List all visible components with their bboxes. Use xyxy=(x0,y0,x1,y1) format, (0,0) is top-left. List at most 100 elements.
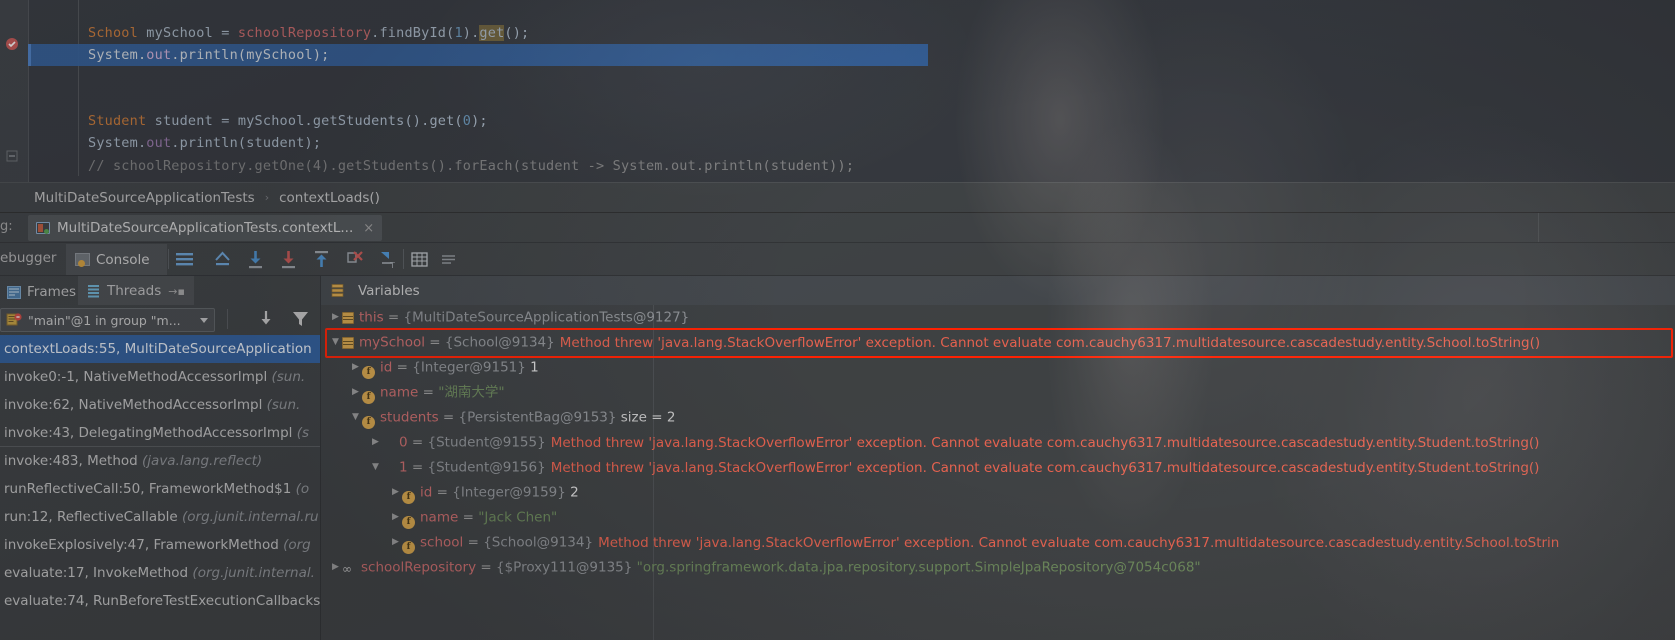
variable-equals: = xyxy=(463,534,484,551)
frame-row[interactable]: invoke0:-1, NativeMethodAccessorImpl (su… xyxy=(0,363,320,391)
indent-guide xyxy=(78,0,79,176)
code-line-1[interactable]: School mySchool = schoolRepository.findB… xyxy=(88,22,529,44)
frame-label: evaluate:17, InvokeMethod xyxy=(4,565,193,581)
variable-row[interactable]: ▼ f students = {PersistentBag@9153} size =… xyxy=(321,405,1675,430)
variable-value: size = 2 xyxy=(616,409,676,426)
scroll-down-button[interactable] xyxy=(245,249,266,270)
grid-view-button[interactable] xyxy=(409,249,430,270)
variable-reference: {School@9134} xyxy=(444,334,555,351)
code-line-2[interactable]: System.out.println(mySchool); xyxy=(88,44,330,66)
frame-row[interactable]: invoke:483, Method (java.lang.reflect) xyxy=(0,447,320,475)
clear-all-button[interactable] xyxy=(344,249,365,270)
chevron-down-icon[interactable]: ▼ xyxy=(329,330,342,355)
debugger-tab[interactable]: ebugger xyxy=(0,250,56,266)
field-icon: f xyxy=(402,540,415,554)
frames-icon xyxy=(7,285,21,299)
variable-row[interactable]: ▶ f id = {Integer@9151} 1 xyxy=(321,355,1675,380)
soft-wrap-button[interactable] xyxy=(174,249,195,270)
variable-name: 1 xyxy=(399,459,408,476)
thread-selector-dropdown[interactable]: "main"@1 in group "m... xyxy=(0,308,215,332)
variable-equals: = xyxy=(407,434,428,451)
chevron-down-icon[interactable] xyxy=(200,317,208,323)
variable-value: "org.springframework.data.jpa.repository… xyxy=(632,559,1201,576)
variable-row[interactable]: ▼ mySchool = {School@9134} Method threw 'j… xyxy=(321,330,1675,355)
filter-icon[interactable] xyxy=(292,309,309,329)
chevron-right-icon[interactable]: ▶ xyxy=(349,380,362,405)
frames-divider xyxy=(0,446,320,447)
variable-name: students xyxy=(380,409,439,426)
frame-package: (sun. xyxy=(271,369,306,385)
fold-region-icon[interactable] xyxy=(4,148,20,164)
run-configuration-tab[interactable]: MultiDateSourceApplicationTests.contextL… xyxy=(28,215,383,241)
chevron-down-icon[interactable]: ▼ xyxy=(369,455,382,480)
threads-icon xyxy=(87,284,101,298)
frame-row[interactable]: runReflectiveCall:50, FrameworkMethod$1 … xyxy=(0,475,320,503)
chevron-down-icon[interactable]: ▼ xyxy=(349,405,362,430)
breakpoint-icon[interactable] xyxy=(4,36,20,52)
run-tool-window-label: g: xyxy=(0,219,13,234)
variable-row[interactable]: ▶ f name = "湖南大学" xyxy=(321,380,1675,405)
chevron-right-icon[interactable]: ▶ xyxy=(329,555,342,580)
scroll-up-button[interactable] xyxy=(311,249,332,270)
variable-row[interactable]: ▶ f school = {School@9134} Method threw 'ja… xyxy=(321,530,1675,555)
breadcrumb-method[interactable]: contextLoads() xyxy=(279,190,380,206)
chevron-right-icon[interactable]: ▶ xyxy=(389,530,402,555)
code-line-3[interactable]: Student student = mySchool.getStudents()… xyxy=(88,110,488,132)
code-line-4[interactable]: System.out.println(student); xyxy=(88,132,321,154)
frame-label: invokeExplosively:47, FrameworkMethod xyxy=(4,537,284,553)
pin-threads-icon[interactable]: →▪ xyxy=(168,285,185,298)
variable-row[interactable]: ▼ 1 = {Student@9156} Method threw 'java.la… xyxy=(321,455,1675,480)
breadcrumb-class[interactable]: MultiDateSourceApplicationTests xyxy=(34,190,255,206)
frame-package: (o xyxy=(295,481,310,497)
svg-text:T: T xyxy=(389,261,395,270)
variable-reference: {PersistentBag@9153} xyxy=(458,409,617,426)
frame-row[interactable]: invokeExplosively:47, FrameworkMethod (o… xyxy=(0,531,320,559)
variable-name: name xyxy=(380,384,419,401)
close-icon[interactable]: × xyxy=(363,221,374,236)
chevron-right-icon[interactable]: ▶ xyxy=(389,505,402,530)
code-line-5[interactable]: // schoolRepository.getOne(4).getStudent… xyxy=(88,155,854,177)
frame-row[interactable]: contextLoads:55, MultiDateSourceApplicat… xyxy=(0,335,320,363)
variable-reference: {MultiDateSourceApplicationTests@9127} xyxy=(403,309,690,326)
frame-label: invoke:483, Method xyxy=(4,453,143,469)
breadcrumb-separator-icon: › xyxy=(264,191,270,204)
tab-threads[interactable]: Threads →▪ xyxy=(78,276,194,306)
variable-name: id xyxy=(380,359,393,376)
scroll-to-top-button[interactable] xyxy=(212,249,233,270)
breadcrumb[interactable]: MultiDateSourceApplicationTests › contex… xyxy=(0,182,1675,212)
chevron-right-icon[interactable]: ▶ xyxy=(369,430,382,455)
step-down-button[interactable] xyxy=(258,309,274,329)
frame-row[interactable]: evaluate:17, InvokeMethod (org.junit.int… xyxy=(0,559,320,587)
chevron-right-icon[interactable]: ▶ xyxy=(349,355,362,380)
run-bar-right-region xyxy=(1538,213,1675,243)
variable-row[interactable]: ▶ f id = {Integer@9159} 2 xyxy=(321,480,1675,505)
variable-name: 0 xyxy=(399,434,408,451)
chevron-right-icon[interactable]: ▶ xyxy=(389,480,402,505)
frame-row[interactable]: invoke:43, DelegatingMethodAccessorImpl … xyxy=(0,419,320,447)
variable-name: id xyxy=(420,484,433,501)
executing-line-edge xyxy=(28,44,31,66)
console-tab[interactable]: Console xyxy=(66,244,167,275)
debug-toolbar: ebugger Console T xyxy=(0,242,1675,276)
code-editor[interactable]: School mySchool = schoolRepository.findB… xyxy=(0,0,1675,182)
variable-row[interactable]: ▶ ∞ schoolRepository = {$Proxy111@9135} "o… xyxy=(321,555,1675,580)
variable-equals: = xyxy=(476,559,496,576)
field-icon: f xyxy=(402,515,415,529)
variable-row[interactable]: ▶ this = {MultiDateSourceApplicationTests… xyxy=(321,305,1675,330)
frame-label: runReflectiveCall:50, FrameworkMethod$1 xyxy=(4,481,296,497)
frame-package: (org.junit.internal.ru xyxy=(182,509,319,525)
frame-row[interactable]: run:12, ReflectiveCallable (org.junit.in… xyxy=(0,503,320,531)
editor-gutter[interactable] xyxy=(0,0,29,182)
scroll-to-end-button[interactable] xyxy=(278,249,299,270)
frame-label: run:12, ReflectiveCallable xyxy=(4,509,183,525)
variable-row[interactable]: ▶ 0 = {Student@9155} Method threw 'java.la… xyxy=(321,430,1675,455)
proxy-field-icon: ∞ xyxy=(342,561,352,576)
variables-tree[interactable]: ▶ this = {MultiDateSourceApplicationTests… xyxy=(320,305,1675,640)
variable-row[interactable]: ▶ f name = "Jack Chen" xyxy=(321,505,1675,530)
frames-list[interactable]: contextLoads:55, MultiDateSourceApplicat… xyxy=(0,335,320,640)
frame-row[interactable]: invoke:62, NativeMethodAccessorImpl (sun… xyxy=(0,391,320,419)
more-options-button[interactable] xyxy=(438,249,459,270)
chevron-right-icon[interactable]: ▶ xyxy=(329,305,342,330)
frame-row[interactable]: evaluate:74, RunBeforeTestExecutionCallb… xyxy=(0,587,320,615)
settings-down-button[interactable]: T xyxy=(377,249,398,270)
